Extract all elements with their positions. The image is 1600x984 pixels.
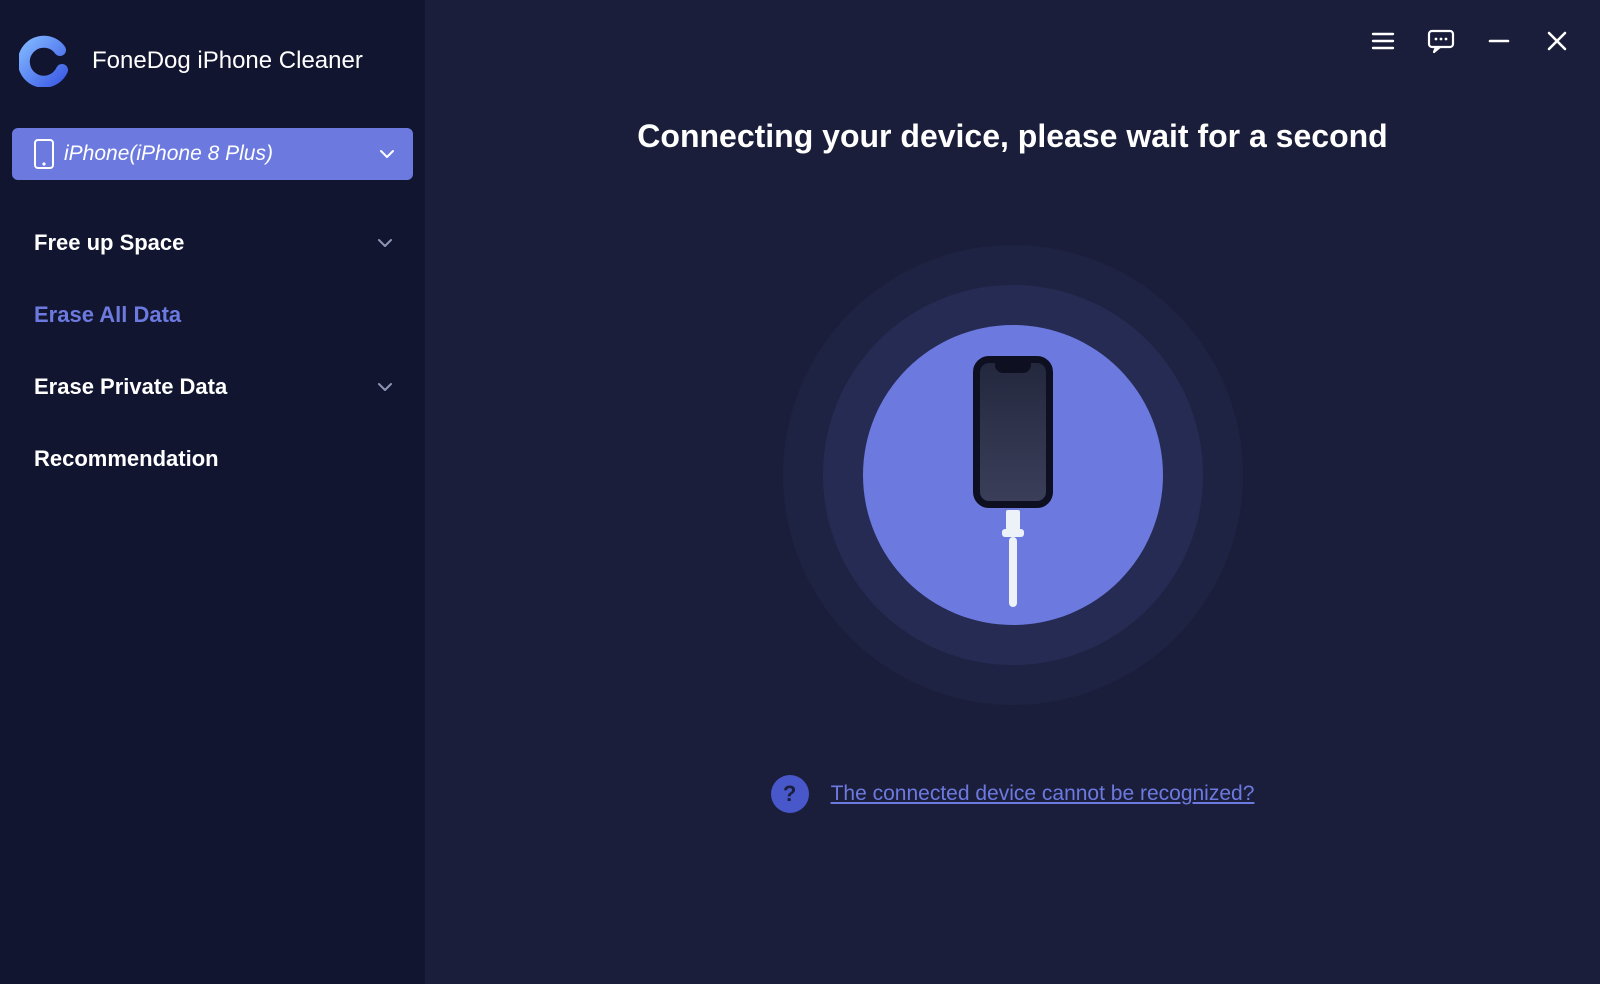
- device-label: iPhone(iPhone 8 Plus): [64, 142, 367, 166]
- window-controls: [1366, 24, 1574, 58]
- logo-icon: [18, 34, 72, 88]
- phone-icon: [34, 139, 54, 169]
- sidebar-item-free-up-space[interactable]: Free up Space: [0, 222, 425, 264]
- connecting-illustration: [783, 245, 1243, 705]
- main-panel: Connecting your device, please wait for …: [425, 0, 1600, 984]
- app-window: FoneDog iPhone Cleaner iPhone(iPhone 8 P…: [0, 0, 1600, 984]
- phone-notch: [995, 363, 1031, 373]
- help-icon[interactable]: ?: [771, 775, 809, 813]
- cable-cord: [1009, 537, 1017, 607]
- help-link[interactable]: The connected device cannot be recognize…: [831, 782, 1255, 806]
- close-button[interactable]: [1540, 24, 1574, 58]
- chevron-down-icon: [375, 233, 395, 253]
- chevron-down-icon: [377, 144, 397, 164]
- chevron-down-icon: [375, 377, 395, 397]
- device-dropdown[interactable]: iPhone(iPhone 8 Plus): [12, 128, 413, 180]
- cable-icon: [1002, 510, 1024, 607]
- menu-icon[interactable]: [1366, 24, 1400, 58]
- sidebar-nav: Free up Space Erase All Data Erase Priva…: [0, 204, 425, 480]
- cable-ferrule: [1002, 529, 1024, 537]
- sidebar-item-erase-all-data[interactable]: Erase All Data: [0, 294, 425, 336]
- phone-illustration: [973, 356, 1053, 607]
- sidebar: FoneDog iPhone Cleaner iPhone(iPhone 8 P…: [0, 0, 425, 984]
- sidebar-item-label: Free up Space: [34, 230, 375, 256]
- feedback-icon[interactable]: [1424, 24, 1458, 58]
- sidebar-item-erase-private-data[interactable]: Erase Private Data: [0, 366, 425, 408]
- sidebar-item-label: Erase Private Data: [34, 374, 375, 400]
- app-title: FoneDog iPhone Cleaner: [92, 47, 363, 75]
- sidebar-item-recommendation[interactable]: Recommendation: [0, 438, 425, 480]
- minimize-button[interactable]: [1482, 24, 1516, 58]
- cable-plug: [1006, 510, 1020, 530]
- brand: FoneDog iPhone Cleaner: [0, 24, 425, 128]
- page-title: Connecting your device, please wait for …: [637, 118, 1387, 155]
- phone-device-icon: [973, 356, 1053, 508]
- sidebar-item-label: Erase All Data: [34, 302, 395, 328]
- help-row: ? The connected device cannot be recogni…: [771, 775, 1255, 813]
- sidebar-item-label: Recommendation: [34, 446, 395, 472]
